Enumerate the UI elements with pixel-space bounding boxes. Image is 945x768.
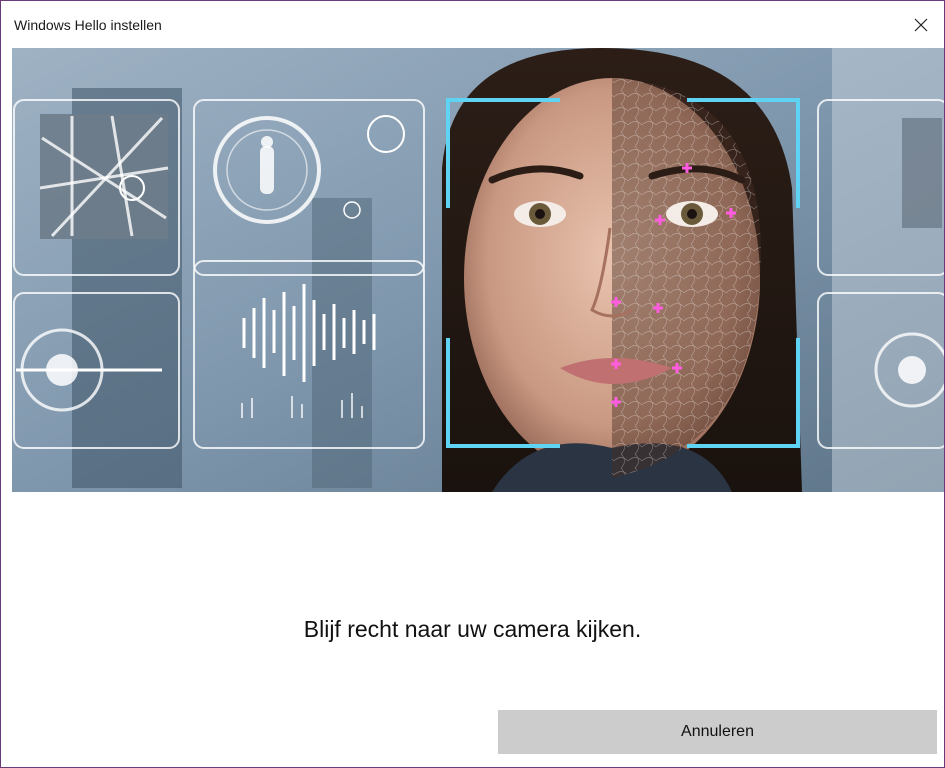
instruction-message: Blijf recht naar uw camera kijken. [303, 616, 642, 642]
close-icon [914, 18, 928, 31]
title-bar: Windows Hello instellen [1, 1, 944, 48]
face-scan-illustration [12, 48, 944, 492]
close-button[interactable] [898, 1, 944, 48]
window-title: Windows Hello instellen [14, 17, 162, 33]
cancel-button[interactable]: Annuleren [498, 710, 937, 754]
dialog-window: Windows Hello instellen Blijf recht naar… [0, 0, 945, 768]
